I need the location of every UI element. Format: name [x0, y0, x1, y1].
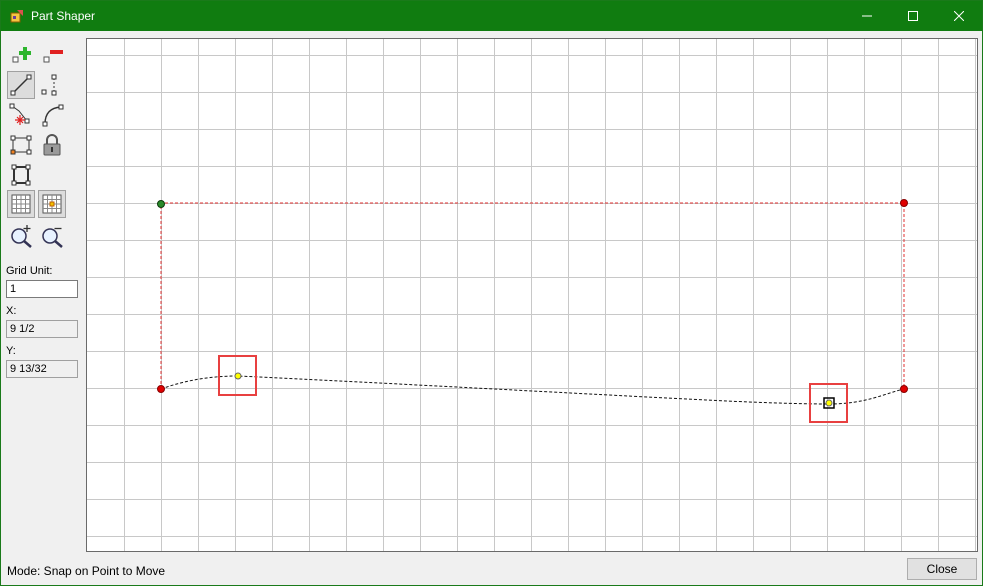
grid-unit-label: Grid Unit:: [6, 265, 53, 277]
status-bar: Mode: Snap on Point to Move: [1, 554, 982, 585]
corner-point-bottom-right[interactable]: [900, 385, 908, 393]
curve-icon: [42, 104, 64, 127]
rectangle-tool[interactable]: [7, 131, 35, 159]
snap-grid-toggle[interactable]: [38, 190, 66, 218]
close-window-button[interactable]: [936, 1, 982, 31]
remove-point-tool[interactable]: [38, 41, 66, 69]
dimension-segment-tool[interactable]: [38, 71, 66, 99]
grid-icon: [11, 194, 31, 214]
plus-icon: [12, 47, 31, 63]
show-grid-toggle[interactable]: [7, 190, 35, 218]
mode-status: Mode: Snap on Point to Move: [7, 564, 166, 578]
snap-grid-icon: [42, 194, 62, 214]
control-point-left[interactable]: [234, 372, 242, 380]
minus-icon: [43, 50, 63, 63]
maximize-icon: [908, 11, 918, 21]
app-icon: [10, 10, 23, 23]
control-point-right[interactable]: [825, 399, 833, 407]
y-label: Y:: [6, 345, 16, 357]
add-point-tool[interactable]: [7, 41, 35, 69]
rectangle-icon: [10, 135, 32, 155]
part-shaper-window: Part Shaper Grid Unit: 1 X: 9 1/2 Y: 9 1…: [0, 0, 983, 586]
frame-tool[interactable]: [7, 161, 35, 189]
lock-tool[interactable]: [38, 131, 66, 159]
dashed-segment-icon: [41, 74, 57, 96]
corner-point-bottom-left[interactable]: [157, 385, 165, 393]
corner-point-top-right[interactable]: [900, 199, 908, 207]
maximize-button[interactable]: [890, 1, 936, 31]
window-title: Part Shaper: [31, 9, 96, 23]
close-icon: [954, 11, 964, 21]
start-point[interactable]: [157, 200, 165, 208]
grid-unit-input[interactable]: [6, 280, 78, 298]
curve-corner-tool[interactable]: [38, 101, 66, 129]
lock-icon: [43, 134, 61, 156]
zoom-out-button[interactable]: [38, 222, 66, 250]
x-label: X:: [6, 305, 17, 317]
bevel-corner-tool[interactable]: [7, 101, 35, 129]
zoom-in-button[interactable]: [7, 222, 35, 250]
close-button[interactable]: Close: [907, 558, 977, 580]
y-readout: 9 13/32: [6, 360, 78, 378]
zoom-in-icon: [11, 225, 32, 248]
frame-icon: [11, 164, 31, 186]
title-bar[interactable]: Part Shaper: [1, 1, 982, 31]
x-readout: 9 1/2: [6, 320, 78, 338]
zoom-out-icon: [42, 227, 63, 248]
minimize-icon: [862, 15, 872, 17]
toolbox-panel: Grid Unit: X: 9 1/2 Y: 9 13/32: [1, 32, 83, 552]
drawing-canvas[interactable]: [86, 38, 978, 552]
minimize-button[interactable]: [844, 1, 890, 31]
line-icon: [10, 74, 32, 96]
line-segment-tool[interactable]: [7, 71, 35, 99]
bevel-icon: [9, 103, 30, 125]
